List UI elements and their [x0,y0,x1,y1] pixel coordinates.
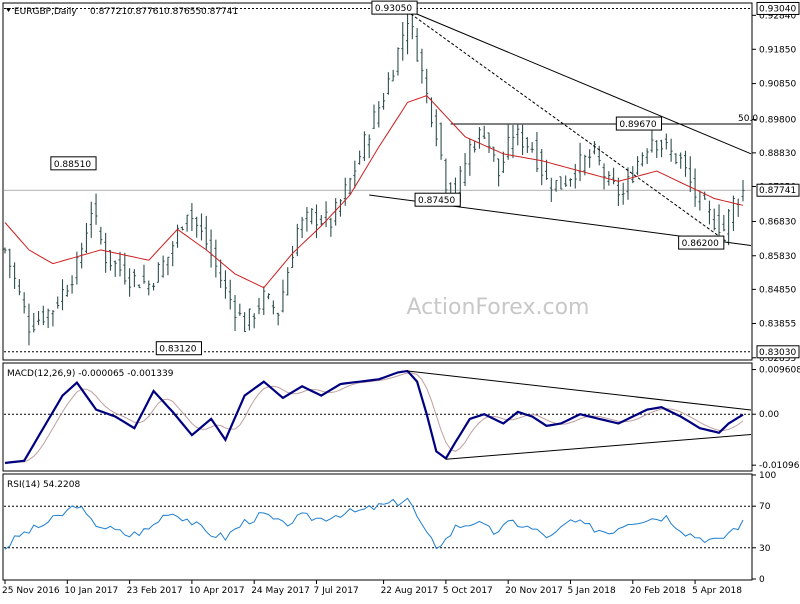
x-tick-label: 25 Nov 2016 [2,586,60,596]
x-tick-label: 5 Apr 2018 [692,586,742,596]
level-axis-label: 0.83030 [759,348,796,358]
x-tick-label: 5 Jan 2018 [567,586,615,596]
current-price-axis-label: 0.87741 [759,186,796,196]
price-y-tick-label: 0.86830 [759,217,796,227]
x-tick-label: 5 Oct 2017 [443,586,493,596]
price-annotation: 0.93050 [375,4,412,14]
macd-y-tick-label: 0.009608 [759,366,800,376]
price-y-tick-label: 0.91850 [759,45,796,55]
macd-label: MACD(12,26,9) -0.000065 -0.001339 [7,369,174,379]
rsi-y-tick-label: 0 [759,575,765,585]
x-tick-label: 24 May 2017 [251,586,310,596]
rsi-y-tick-label: 30 [759,544,771,554]
macd-y-tick-label: -0.010961 [759,461,800,471]
price-y-tick-label: 0.89800 [759,116,796,126]
x-tick-label: 10 Jan 2017 [64,586,118,596]
x-tick-label: 22 Aug 2017 [381,586,439,596]
price-annotation: 0.83120 [159,345,196,355]
x-tick-label: 20 Feb 2018 [630,586,686,596]
fib-label: 50.0 [738,114,758,124]
x-tick-label: 10 Apr 2017 [189,586,245,596]
price-y-tick-label: 0.84850 [759,285,796,295]
axis-layer: 25 Nov 2016 10 Jan 2017 23 Feb 2017 10 Apr … [2,580,742,596]
rsi-label: RSI(14) 54.2208 [7,480,80,490]
price-annotation: 0.89670 [619,120,656,130]
x-tick-label: 20 Nov 2017 [505,586,563,596]
watermark: ActionForex.com [407,295,590,320]
price-y-tick-label: 0.90850 [759,80,796,90]
price-y-tick-label: 0.88830 [759,149,796,159]
rsi-y-tick-label: 70 [759,502,771,512]
price-y-tick-label: 0.83855 [759,320,796,330]
price-annotation: 0.86200 [682,239,719,249]
rsi-panel-frame [2,473,753,581]
macd-y-tick-label: 0.00 [759,410,779,420]
x-tick-label: 23 Feb 2017 [127,586,183,596]
price-y-tick-label: 0.85830 [759,252,796,262]
price-panel-frame [2,2,753,361]
level-axis-label: 0.93040 [759,4,796,14]
eurgbp-chart: ActionForex.com EURGBP,Daily 0.87721 0.8… [0,0,800,600]
chart-svg: ActionForex.com EURGBP,Daily 0.87721 0.8… [2,0,800,596]
price-annotation: 0.88510 [54,160,91,170]
rsi-y-tick-label: 100 [759,471,776,481]
x-tick-label: 7 Jul 2017 [313,586,358,596]
price-annotation: 0.87450 [418,196,455,206]
